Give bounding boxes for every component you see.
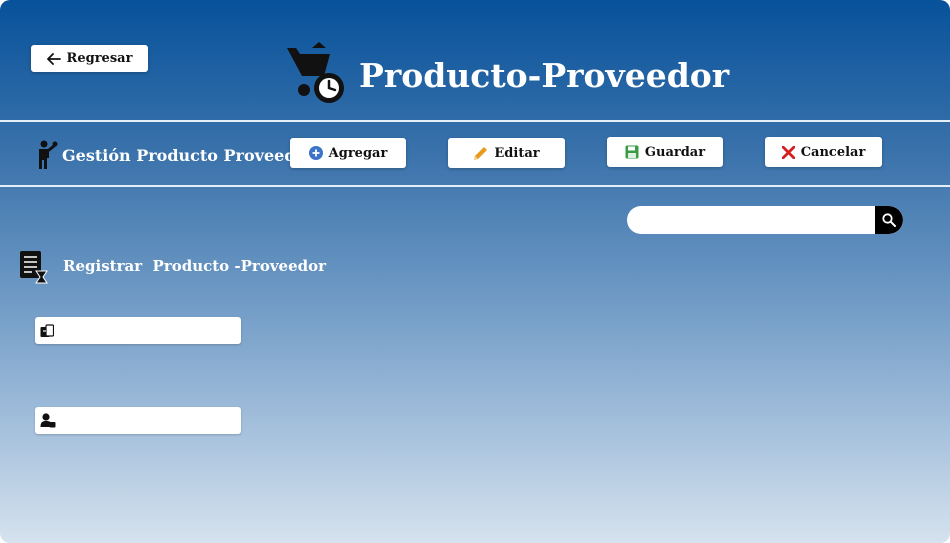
- cancel-button[interactable]: Cancelar: [765, 137, 882, 167]
- person-badge-icon: [40, 413, 56, 428]
- plus-circle-icon: [308, 146, 323, 160]
- product-input[interactable]: [59, 317, 239, 346]
- edit-button[interactable]: Editar: [448, 138, 565, 168]
- floppy-disk-icon: [625, 145, 639, 159]
- supplier-field: [35, 407, 241, 436]
- header-divider: [0, 120, 950, 122]
- back-button[interactable]: Regresar: [31, 45, 148, 72]
- app-window: Regresar Producto-Proveedor Gestión Prod…: [0, 0, 950, 543]
- arrow-left-icon: [46, 52, 61, 65]
- person-icon: [39, 140, 58, 169]
- search-bar: [627, 206, 903, 234]
- section-title: Gestión Producto Proveedor: [62, 146, 315, 165]
- shopping-cart-clock-icon: [287, 42, 344, 103]
- x-icon: [781, 145, 795, 159]
- product-tag-icon: [40, 324, 54, 337]
- save-button-label: Guardar: [644, 144, 706, 160]
- page-title: Producto-Proveedor: [359, 56, 730, 95]
- add-button[interactable]: Agregar: [290, 138, 406, 168]
- form-title: Registrar Producto -Proveedor: [63, 257, 327, 275]
- save-button[interactable]: Guardar: [607, 137, 723, 167]
- edit-button-label: Editar: [494, 145, 540, 161]
- search-icon: [882, 213, 896, 227]
- supplier-input[interactable]: [59, 407, 239, 436]
- document-list-icon: [20, 251, 48, 284]
- search-input[interactable]: [639, 206, 873, 234]
- search-button[interactable]: [875, 206, 903, 234]
- back-button-label: Regresar: [66, 51, 133, 66]
- toolbar-divider: [0, 185, 950, 187]
- pencil-icon: [474, 146, 488, 160]
- cancel-button-label: Cancelar: [800, 144, 866, 160]
- add-button-label: Agregar: [328, 145, 388, 161]
- product-field: [35, 317, 241, 346]
